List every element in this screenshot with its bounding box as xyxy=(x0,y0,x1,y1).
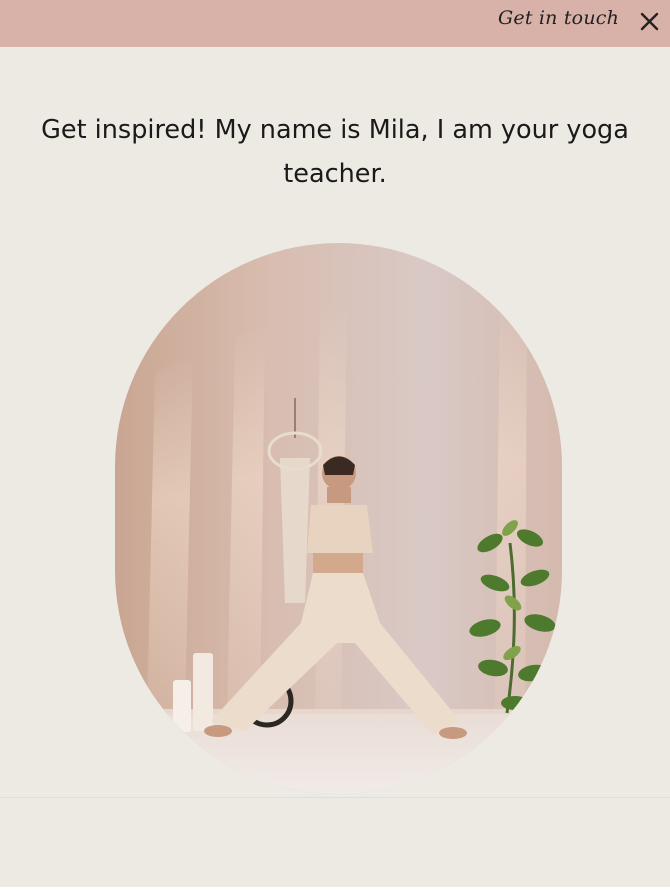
headline-line-1: Get inspired! My name is Mila, I am your… xyxy=(41,115,629,145)
section-divider xyxy=(0,797,670,798)
page: Get in touch Get inspired! My name is Mi… xyxy=(0,0,670,894)
yoga-photo xyxy=(115,243,562,794)
bottom-edge xyxy=(0,887,670,894)
close-icon[interactable] xyxy=(638,9,662,33)
top-bar: Get in touch xyxy=(0,0,670,47)
yoga-photo-illustration xyxy=(115,243,562,794)
page-title: Get inspired! My name is Mila, I am your… xyxy=(0,108,670,196)
headline-line-2: teacher. xyxy=(283,159,387,189)
get-in-touch-link[interactable]: Get in touch xyxy=(498,7,619,29)
